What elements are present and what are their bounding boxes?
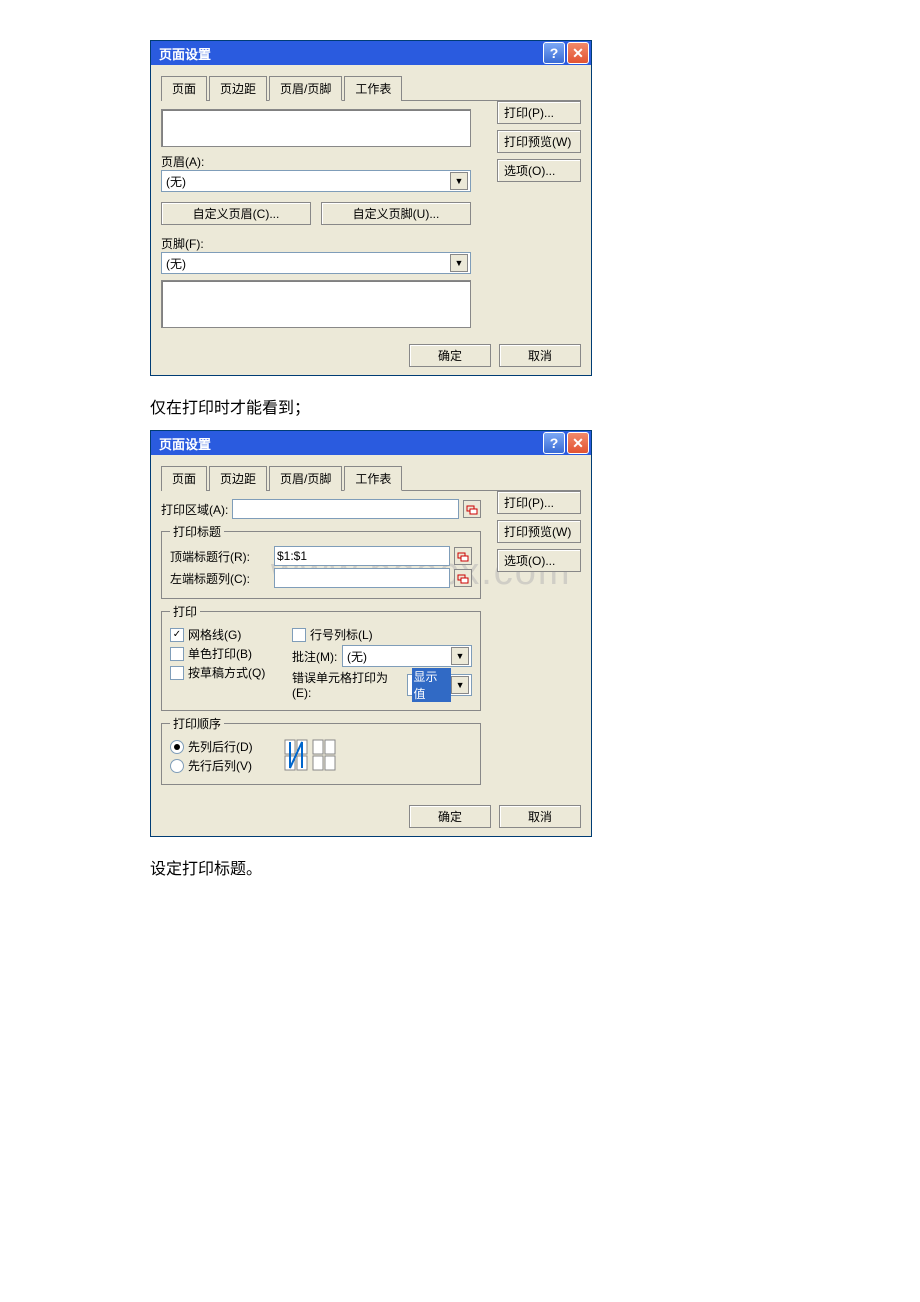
tab-sheet[interactable]: 工作表 — [344, 466, 402, 491]
help-button[interactable]: ? — [543, 42, 565, 64]
caption-2: 设定打印标题。 — [150, 855, 920, 879]
tab-bar: 页面 页边距 页眉/页脚 工作表 — [161, 465, 581, 491]
custom-header-button[interactable]: 自定义页眉(C)... — [161, 202, 311, 225]
draft-label: 按草稿方式(Q) — [188, 664, 265, 681]
tab-page[interactable]: 页面 — [161, 466, 207, 491]
footer-combo[interactable]: (无) ▼ — [161, 252, 471, 274]
tab-sheet[interactable]: 工作表 — [344, 76, 402, 101]
options-button[interactable]: 选项(O)... — [497, 549, 581, 572]
dialog-title: 页面设置 — [159, 434, 211, 453]
page-setup-dialog-header-footer: 页面设置 ? ✕ 页面 页边距 页眉/页脚 工作表 打印(P)... 打印预览(… — [150, 40, 592, 376]
tab-margins[interactable]: 页边距 — [209, 76, 267, 101]
header-label: 页眉(A): — [161, 153, 471, 170]
custom-footer-button[interactable]: 自定义页脚(U)... — [321, 202, 471, 225]
caption-1: 仅在打印时才能看到； — [150, 394, 920, 418]
cancel-button[interactable]: 取消 — [499, 805, 581, 828]
print-button[interactable]: 打印(P)... — [497, 101, 581, 124]
help-button[interactable]: ? — [543, 432, 565, 454]
left-col-label: 左端标题列(C): — [170, 570, 270, 587]
print-titles-group: 打印标题 顶端标题行(R): $1:$1 左端标题列(C): — [161, 523, 481, 599]
dialog-title: 页面设置 — [159, 44, 211, 63]
top-row-label: 顶端标题行(R): — [170, 548, 270, 565]
titlebar[interactable]: 页面设置 ? ✕ — [151, 41, 591, 65]
print-area-label: 打印区域(A): — [161, 501, 228, 518]
ok-button[interactable]: 确定 — [409, 344, 491, 367]
chevron-down-icon[interactable]: ▼ — [451, 647, 469, 665]
left-col-input[interactable] — [274, 568, 450, 588]
footer-value: (无) — [166, 255, 186, 272]
over-then-down-label: 先行后列(V) — [188, 757, 252, 774]
row-col-headings-checkbox[interactable] — [292, 628, 306, 642]
tab-margins[interactable]: 页边距 — [209, 466, 267, 491]
options-button[interactable]: 选项(O)... — [497, 159, 581, 182]
cancel-button[interactable]: 取消 — [499, 344, 581, 367]
print-group: 打印 ✓ 网格线(G) 单色打印(B) 按草稿方式(Q) — [161, 603, 481, 711]
tab-header-footer[interactable]: 页眉/页脚 — [269, 76, 342, 101]
row-col-headings-label: 行号列标(L) — [310, 626, 373, 643]
chevron-down-icon[interactable]: ▼ — [450, 172, 468, 190]
chevron-down-icon[interactable]: ▼ — [450, 254, 468, 272]
close-button[interactable]: ✕ — [567, 432, 589, 454]
header-preview — [161, 109, 471, 147]
chevron-down-icon[interactable]: ▼ — [451, 676, 469, 694]
monochrome-checkbox[interactable] — [170, 647, 184, 661]
titlebar[interactable]: 页面设置 ? ✕ — [151, 431, 591, 455]
close-button[interactable]: ✕ — [567, 42, 589, 64]
page-order-group: 打印顺序 先列后行(D) 先行后列(V) — [161, 715, 481, 785]
top-row-input[interactable]: $1:$1 — [274, 546, 450, 566]
footer-preview — [161, 280, 471, 328]
tab-header-footer[interactable]: 页眉/页脚 — [269, 466, 342, 491]
over-then-down-radio[interactable] — [170, 759, 184, 773]
gridlines-label: 网格线(G) — [188, 626, 241, 643]
cell-errors-combo[interactable]: 显示值 ▼ — [407, 674, 472, 696]
header-combo[interactable]: (无) ▼ — [161, 170, 471, 192]
side-buttons: 打印(P)... 打印预览(W) 选项(O)... — [497, 101, 581, 182]
print-button[interactable]: 打印(P)... — [497, 491, 581, 514]
page-order-legend: 打印顺序 — [170, 715, 224, 732]
page-setup-dialog-sheet: www.bdocx.com 页面设置 ? ✕ 页面 页边距 页眉/页脚 工作表 … — [150, 430, 592, 837]
cell-errors-label: 错误单元格打印为(E): — [292, 669, 403, 700]
collapse-dialog-icon[interactable] — [463, 500, 481, 518]
collapse-dialog-icon[interactable] — [454, 547, 472, 565]
header-value: (无) — [166, 173, 186, 190]
monochrome-label: 单色打印(B) — [188, 645, 252, 662]
tab-page[interactable]: 页面 — [161, 76, 207, 101]
page-order-icon — [283, 738, 339, 774]
collapse-dialog-icon[interactable] — [454, 569, 472, 587]
print-preview-button[interactable]: 打印预览(W) — [497, 130, 581, 153]
tab-bar: 页面 页边距 页眉/页脚 工作表 — [161, 75, 581, 101]
draft-checkbox[interactable] — [170, 666, 184, 680]
gridlines-checkbox[interactable]: ✓ — [170, 628, 184, 642]
print-titles-legend: 打印标题 — [170, 523, 224, 540]
comments-label: 批注(M): — [292, 648, 338, 665]
footer-label: 页脚(F): — [161, 235, 471, 252]
print-legend: 打印 — [170, 603, 200, 620]
down-then-over-label: 先列后行(D) — [188, 738, 253, 755]
side-buttons: 打印(P)... 打印预览(W) 选项(O)... — [497, 491, 581, 572]
print-area-input[interactable] — [232, 499, 459, 519]
down-then-over-radio[interactable] — [170, 740, 184, 754]
comments-combo[interactable]: (无) ▼ — [342, 645, 472, 667]
print-preview-button[interactable]: 打印预览(W) — [497, 520, 581, 543]
ok-button[interactable]: 确定 — [409, 805, 491, 828]
